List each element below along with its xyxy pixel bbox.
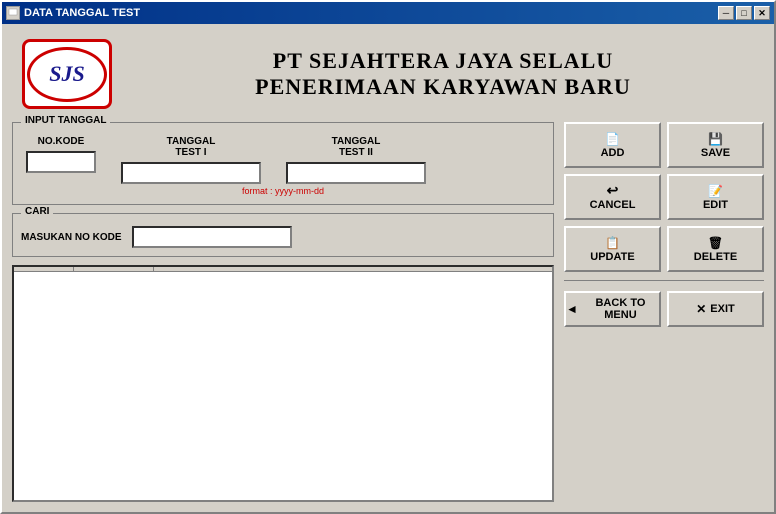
- back-label: BACK TO MENU: [582, 297, 659, 321]
- table-col-tgl1: [74, 267, 154, 271]
- delete-icon: [708, 235, 723, 249]
- back-icon: [566, 302, 578, 316]
- title-bar: DATA TANGGAL TEST ─ □ ✕: [2, 2, 774, 24]
- cancel-label: CANCEL: [590, 199, 636, 211]
- delete-button[interactable]: DELETE: [667, 226, 764, 272]
- minimize-button[interactable]: ─: [718, 6, 734, 20]
- delete-label: DELETE: [694, 251, 737, 263]
- maximize-button[interactable]: □: [736, 6, 752, 20]
- search-input[interactable]: [132, 226, 292, 248]
- window-title: DATA TANGGAL TEST: [24, 7, 140, 19]
- cancel-icon: [607, 183, 619, 197]
- edit-icon: [708, 183, 723, 197]
- no-kode-input[interactable]: [26, 151, 96, 173]
- tanggal1-input[interactable]: [121, 162, 261, 184]
- main-window: DATA TANGGAL TEST ─ □ ✕ SJS PT SEJAHTERA…: [0, 0, 776, 514]
- add-save-row: ADD SAVE: [564, 122, 764, 168]
- logo-text: SJS: [49, 61, 84, 87]
- save-icon: [708, 131, 723, 145]
- exit-icon: [696, 302, 706, 316]
- table-col-nokode: [14, 267, 74, 271]
- logo-container: SJS: [22, 39, 112, 109]
- tanggal1-label: TANGGALTEST I: [167, 136, 216, 158]
- company-subtitle: PENERIMAAN KARYAWAN BARU: [132, 74, 754, 100]
- exit-label: EXIT: [710, 303, 734, 315]
- bottom-buttons: BACK TO MENU EXIT: [564, 291, 764, 327]
- table-area: [12, 265, 554, 502]
- right-panel: ADD SAVE CANCEL EDIT: [564, 122, 764, 502]
- save-label: SAVE: [701, 147, 730, 159]
- tanggal2-col: TANGGALTEST II: [281, 136, 431, 184]
- input-group-legend: INPUT TANGGAL: [21, 115, 110, 126]
- edit-label: EDIT: [703, 199, 728, 211]
- cancel-button[interactable]: CANCEL: [564, 174, 661, 220]
- app-icon: [6, 6, 20, 20]
- back-to-menu-button[interactable]: BACK TO MENU: [564, 291, 661, 327]
- search-group-legend: CARI: [21, 206, 53, 217]
- cancel-edit-row: CANCEL EDIT: [564, 174, 764, 220]
- no-kode-label: NO.KODE: [38, 136, 85, 147]
- update-label: UPDATE: [590, 251, 634, 263]
- close-button[interactable]: ✕: [754, 6, 770, 20]
- add-button[interactable]: ADD: [564, 122, 661, 168]
- window-content: SJS PT SEJAHTERA JAYA SELALU PENERIMAAN …: [2, 24, 774, 512]
- company-name: PT SEJAHTERA JAYA SELALU: [132, 48, 754, 74]
- exit-button[interactable]: EXIT: [667, 291, 764, 327]
- title-bar-buttons: ─ □ ✕: [718, 6, 770, 20]
- add-label: ADD: [601, 147, 625, 159]
- input-group: INPUT TANGGAL NO.KODE TANGGALTEST I TANG…: [12, 122, 554, 205]
- logo-oval: SJS: [27, 47, 107, 102]
- search-row: MASUKAN NO KODE: [21, 226, 545, 248]
- tanggal2-input[interactable]: [286, 162, 426, 184]
- update-button[interactable]: UPDATE: [564, 226, 661, 272]
- header-area: SJS PT SEJAHTERA JAYA SELALU PENERIMAAN …: [12, 34, 764, 114]
- form-row: NO.KODE TANGGALTEST I TANGGALTEST II: [21, 131, 545, 184]
- tanggal1-col: TANGGALTEST I: [116, 136, 266, 184]
- table-header-row: [14, 267, 552, 272]
- add-icon: [605, 131, 620, 145]
- title-bar-left: DATA TANGGAL TEST: [6, 6, 140, 20]
- update-delete-row: UPDATE DELETE: [564, 226, 764, 272]
- search-label: MASUKAN NO KODE: [21, 232, 122, 243]
- separator: [564, 280, 764, 281]
- update-icon: [605, 235, 620, 249]
- search-group: CARI MASUKAN NO KODE: [12, 213, 554, 257]
- main-area: INPUT TANGGAL NO.KODE TANGGALTEST I TANG…: [12, 122, 764, 502]
- company-title: PT SEJAHTERA JAYA SELALU PENERIMAAN KARY…: [132, 48, 754, 100]
- tanggal2-label: TANGGALTEST II: [332, 136, 381, 158]
- edit-button[interactable]: EDIT: [667, 174, 764, 220]
- no-kode-col: NO.KODE: [21, 136, 101, 173]
- left-panel: INPUT TANGGAL NO.KODE TANGGALTEST I TANG…: [12, 122, 554, 502]
- save-button[interactable]: SAVE: [667, 122, 764, 168]
- format-hint: format : yyyy-mm-dd: [21, 186, 545, 196]
